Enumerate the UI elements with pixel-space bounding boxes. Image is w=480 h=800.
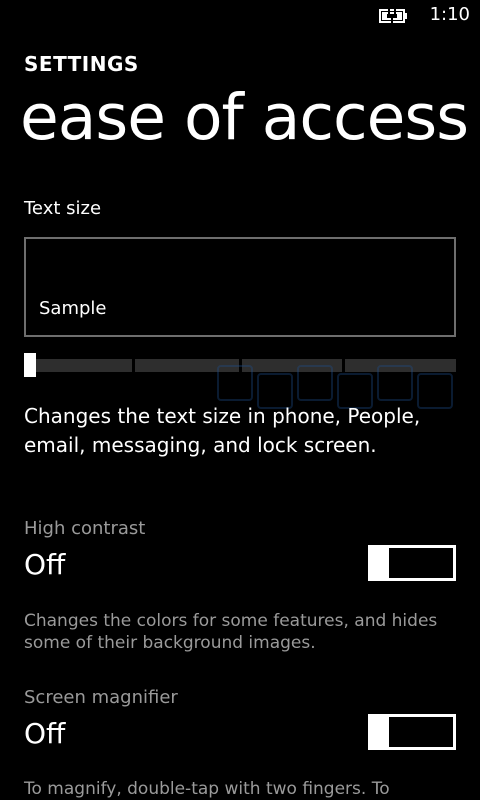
high-contrast-description: Changes the colors for some features, an… <box>24 611 438 653</box>
text-size-label: Text size <box>24 198 102 219</box>
screen-magnifier-description: To magnify, double-tap with two fingers.… <box>24 779 390 799</box>
text-size-sample-box: Sample <box>24 237 456 337</box>
section-label: SETTINGS <box>24 52 139 76</box>
slider-thumb[interactable] <box>24 353 36 377</box>
toggle-track <box>386 545 456 581</box>
page-title: ease of access <box>20 81 469 154</box>
screen-magnifier-toggle[interactable] <box>368 714 456 750</box>
sample-text: Sample <box>39 298 107 319</box>
toggle-knob <box>368 714 386 750</box>
text-size-description: Changes the text size in phone, People, … <box>24 404 421 457</box>
battery-charging-icon <box>379 8 407 23</box>
high-contrast-toggle[interactable] <box>368 545 456 581</box>
screen-magnifier-label: Screen magnifier <box>24 687 178 708</box>
slider-segment <box>24 359 132 372</box>
high-contrast-label: High contrast <box>24 518 146 539</box>
high-contrast-value: Off <box>24 548 66 581</box>
status-bar: 1:10 <box>0 0 480 32</box>
status-clock: 1:10 <box>429 4 470 25</box>
screen-magnifier-value: Off <box>24 717 66 750</box>
toggle-knob <box>368 545 386 581</box>
toggle-track <box>386 714 456 750</box>
